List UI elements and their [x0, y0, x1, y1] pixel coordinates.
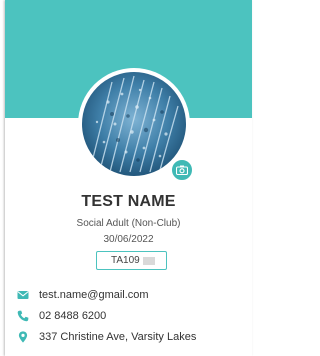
contact-phone: 02 8488 6200 — [39, 310, 107, 322]
envelope-icon — [17, 291, 29, 299]
membership-type: Social Adult (Non-Club) — [76, 218, 181, 229]
contact-address: 337 Christine Ave, Varsity Lakes — [39, 331, 197, 343]
avatar — [82, 72, 186, 176]
page: TEST NAME Social Adult (Non-Club) 30/06/… — [0, 0, 253, 356]
member-id-redaction — [143, 257, 155, 265]
camera-icon — [176, 165, 188, 175]
contact-email: test.name@gmail.com — [39, 289, 149, 301]
map-marker-icon — [18, 331, 28, 343]
change-photo-button[interactable] — [170, 158, 194, 182]
membership-date: 30/06/2022 — [103, 234, 154, 245]
member-id-badge: TA109 — [96, 251, 167, 270]
phone-icon — [17, 310, 29, 322]
member-id-text: TA109 — [111, 255, 140, 266]
profile-name: TEST NAME — [81, 193, 176, 210]
profile-card: TEST NAME Social Adult (Non-Club) 30/06/… — [5, 0, 252, 356]
